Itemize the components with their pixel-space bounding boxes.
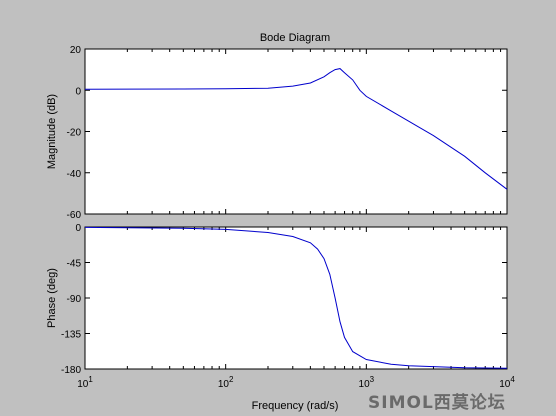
magnitude-axes: 20 0 -20 -40 -60 Magnitude (dB) — [46, 45, 508, 221]
y-tick-label: 20 — [70, 45, 82, 56]
phase-y-axis-label: Phase (deg) — [46, 268, 58, 328]
bode-figure: Bode Diagram 20 0 -20 -40 -60 Magnitude (dB)… — [46, 32, 515, 412]
y-tick-label: -45 — [67, 259, 82, 270]
y-tick-label: 0 — [75, 223, 81, 234]
simol-watermark-logo: SIMOL西莫论坛 — [368, 393, 506, 413]
y-tick-label: -180 — [61, 365, 81, 376]
y-tick-label: 0 — [75, 86, 81, 97]
y-tick-label: -135 — [61, 330, 81, 341]
magnitude-y-tick-labels: 20 0 -20 -40 -60 — [67, 45, 82, 221]
chart-title: Bode Diagram — [260, 32, 330, 44]
magnitude-y-axis-label: Magnitude (dB) — [46, 94, 58, 169]
y-tick-label: -20 — [67, 128, 82, 139]
x-tick-label: 102 — [218, 375, 234, 390]
x-axis-label: Frequency (rad/s) — [252, 400, 339, 412]
phase-plot-area — [84, 226, 508, 370]
phase-axes: 0 -45 -90 -135 -180 Phase (deg) — [46, 223, 508, 376]
x-tick-label: 101 — [77, 375, 93, 390]
magnitude-plot-area — [84, 48, 508, 215]
phase-y-tick-labels: 0 -45 -90 -135 -180 — [61, 223, 81, 376]
y-tick-label: -90 — [67, 294, 82, 305]
y-tick-label: -60 — [67, 210, 82, 221]
y-tick-label: -40 — [67, 169, 82, 180]
